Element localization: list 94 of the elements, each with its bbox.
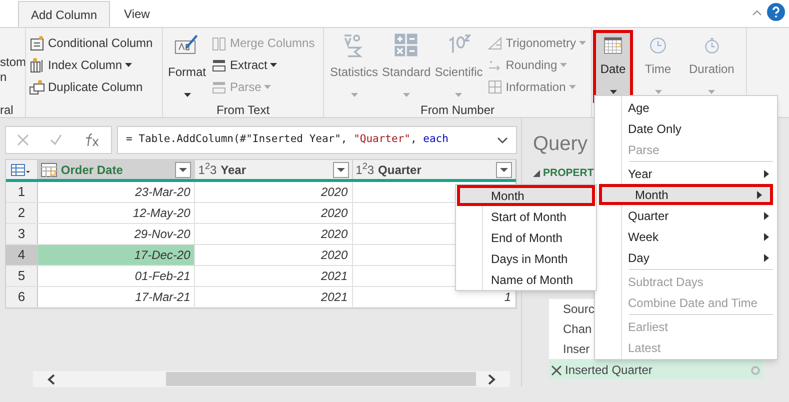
menu-item[interactable]: Month xyxy=(599,184,773,205)
column-header[interactable]: 1$^{2}$3 Year xyxy=(195,160,353,179)
table-cell: 23-Mar-20 xyxy=(38,182,196,202)
group-label: From Number xyxy=(420,103,494,117)
submenu-arrow-icon xyxy=(764,254,769,262)
row-number[interactable]: 3 xyxy=(6,224,38,244)
section-heading: PROPERT xyxy=(543,166,594,181)
scroll-thumb[interactable] xyxy=(166,372,476,386)
group-label: From Text xyxy=(216,103,270,117)
table-cell: 2020 xyxy=(195,203,353,223)
ribbon-button[interactable]: Statistics xyxy=(328,32,380,103)
list-icon xyxy=(29,57,45,73)
ribbon-tab[interactable]: Add Column xyxy=(18,1,110,27)
filter-dropdown-icon[interactable] xyxy=(175,162,192,178)
caret-icon xyxy=(560,63,568,67)
function-icon[interactable] xyxy=(84,133,100,147)
merge-icon xyxy=(211,35,227,51)
extract-icon xyxy=(211,57,227,73)
caret-icon xyxy=(568,85,576,89)
menu-item[interactable]: Month xyxy=(457,185,595,206)
caret-icon xyxy=(270,63,278,67)
ribbon-tab[interactable]: View xyxy=(110,1,164,27)
menu-item[interactable]: Week xyxy=(595,226,777,247)
type-label: 1$^{2}$3 xyxy=(198,160,217,178)
format-button[interactable]: Format xyxy=(165,32,209,103)
column-header[interactable]: 1$^{2}$3 Quarter xyxy=(352,160,516,179)
table-cell: 2021 xyxy=(195,266,353,286)
collapse-icon[interactable] xyxy=(752,10,762,16)
table-cell: 29-Nov-20 xyxy=(38,224,196,244)
delete-icon[interactable] xyxy=(551,364,562,376)
row-number[interactable]: 4 xyxy=(6,245,38,265)
row-number[interactable]: 1 xyxy=(6,182,38,202)
collapse-triangle-icon[interactable] xyxy=(533,170,540,178)
caret-icon xyxy=(579,41,586,45)
menu-item[interactable]: Days in Month xyxy=(456,248,596,269)
row-number[interactable]: 2 xyxy=(6,203,38,223)
caret-icon xyxy=(455,92,462,97)
table-cell: 01-Feb-21 xyxy=(38,266,196,286)
type-label: 1$^{2}$3 xyxy=(356,160,374,178)
calendar-icon xyxy=(40,162,57,176)
menu-item[interactable]: End of Month xyxy=(456,227,596,248)
ribbon-button[interactable]: Duplicate Column xyxy=(29,76,162,98)
button-label: stom xyxy=(0,54,25,70)
row-number[interactable]: 5 xyxy=(6,266,38,286)
horizontal-scrollbar[interactable] xyxy=(33,371,510,387)
chevron-down-icon[interactable] xyxy=(497,136,508,144)
table-cell: 2020 xyxy=(195,224,353,244)
submenu-arrow-icon xyxy=(757,190,762,198)
pane-title: Query xyxy=(533,132,588,156)
ribbon-button[interactable]: Index Column xyxy=(29,54,162,76)
ribbon-button[interactable]: Scientific xyxy=(432,32,485,103)
caret-icon xyxy=(184,92,190,97)
formula-field[interactable]: = Table.AddColumn(#"Inserted Year", "Quarter", each xyxy=(117,126,517,154)
menu-item[interactable]: Name of Month xyxy=(456,269,596,290)
menu-item[interactable]: Start of Month xyxy=(456,206,596,227)
submenu-arrow-icon xyxy=(764,232,769,240)
row-number[interactable]: 6 xyxy=(6,287,38,307)
ribbon-button[interactable]: Rounding xyxy=(486,54,586,76)
submenu-arrow-icon xyxy=(764,170,769,178)
applied-step[interactable]: Inserted Quarter xyxy=(549,358,763,379)
caret-icon xyxy=(264,85,272,89)
copy-icon xyxy=(29,79,45,95)
filter-dropdown-icon[interactable] xyxy=(496,162,512,178)
table-icon xyxy=(29,35,45,51)
menu-item[interactable]: Date Only xyxy=(595,118,777,139)
ribbon-button[interactable]: Information xyxy=(486,76,586,98)
ribbon-button[interactable]: Standard xyxy=(380,32,433,103)
triangle-icon xyxy=(486,35,503,51)
menu-item[interactable]: Year xyxy=(595,163,777,184)
ribbon-button[interactable]: Extract xyxy=(211,54,315,76)
table-menu-icon[interactable] xyxy=(11,164,32,176)
caret-icon xyxy=(125,63,132,67)
button-label: n xyxy=(0,70,8,84)
table-cell: 17-Mar-21 xyxy=(38,287,196,307)
chevron-left-icon[interactable] xyxy=(47,374,55,384)
ribbon-button[interactable]: Trigonometry xyxy=(486,32,586,54)
check-icon[interactable] xyxy=(50,134,62,146)
menu-item[interactable]: Quarter xyxy=(595,205,777,226)
grid-icon xyxy=(486,79,503,95)
table-cell: 17-Dec-20 xyxy=(38,245,196,265)
caret-icon xyxy=(350,92,358,97)
table-cell: 2020 xyxy=(195,245,353,265)
caret-icon xyxy=(402,92,410,97)
table-cell: 2020 xyxy=(195,182,353,202)
table-cell: 12-May-20 xyxy=(38,203,196,223)
filter-dropdown-icon[interactable] xyxy=(332,162,349,178)
group-label: ral xyxy=(0,103,14,117)
menu-item[interactable]: Day xyxy=(595,247,777,268)
parse-icon xyxy=(211,79,227,95)
ribbon-button[interactable]: Conditional Column xyxy=(29,32,162,54)
help-icon[interactable] xyxy=(767,3,785,21)
table-cell: 2021 xyxy=(195,287,353,307)
chevron-right-icon[interactable] xyxy=(488,374,496,384)
submenu-arrow-icon xyxy=(764,212,769,220)
